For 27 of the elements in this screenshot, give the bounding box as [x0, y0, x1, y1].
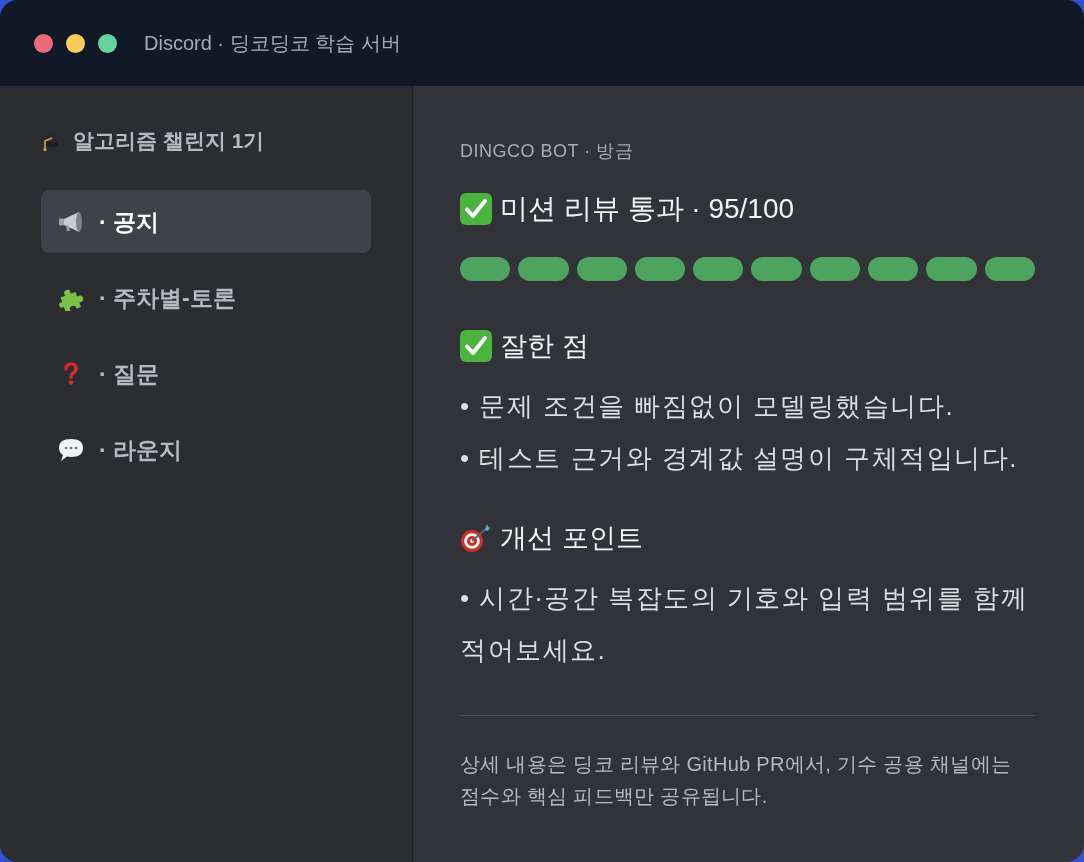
maximize-button[interactable] — [98, 33, 117, 53]
footer-note: 상세 내용은 딩코 리뷰와 GitHub PR에서, 기수 공용 채널에는 점수와 핵심 피드백만 공유됩니다. — [460, 752, 1013, 809]
channel-name: · 주차별-토론 — [99, 283, 236, 313]
window-title: Discord · 딩코딩코 학습 서버 — [144, 31, 401, 56]
channel-item[interactable]: · 질문 — [41, 342, 371, 405]
channel-item[interactable]: · 주차별-토론 — [41, 266, 371, 329]
bullet-text: • 문제 조건을 빠짐없이 모델링했습니다. — [460, 390, 956, 423]
bullet-text: • 테스트 근거와 경계값 설명이 구체적입니다. — [460, 442, 1019, 475]
check-mark-icon — [460, 330, 492, 362]
target-dart-icon — [460, 523, 492, 553]
message-title: 미션 리뷰 통과 · 95/100 — [500, 192, 795, 226]
channel-name: · 라운지 — [99, 435, 183, 465]
close-button[interactable] — [34, 33, 53, 53]
server-name: 알고리즘 챌린지 1기 — [73, 128, 265, 154]
speech-bubble-icon — [58, 437, 84, 462]
channel-name: · 질문 — [99, 359, 160, 389]
channel-name: · 공지 — [99, 207, 160, 237]
message-author: DINGCO BOT · 방금 — [460, 140, 635, 163]
bullet-text: • 시간·공간 복잡도의 기호와 입력 범위를 함께 적어보세요. — [460, 582, 1030, 667]
section-heading: 잘한 점 — [500, 330, 589, 363]
question-mark-icon — [63, 361, 79, 386]
channel-item[interactable]: · 공지 — [41, 190, 371, 253]
check-mark-icon — [460, 193, 492, 225]
minimize-button[interactable] — [66, 33, 85, 53]
channel-item[interactable]: · 라운지 — [41, 418, 371, 481]
section-heading: 개선 포인트 — [500, 522, 643, 555]
megaphone-icon — [58, 209, 84, 234]
